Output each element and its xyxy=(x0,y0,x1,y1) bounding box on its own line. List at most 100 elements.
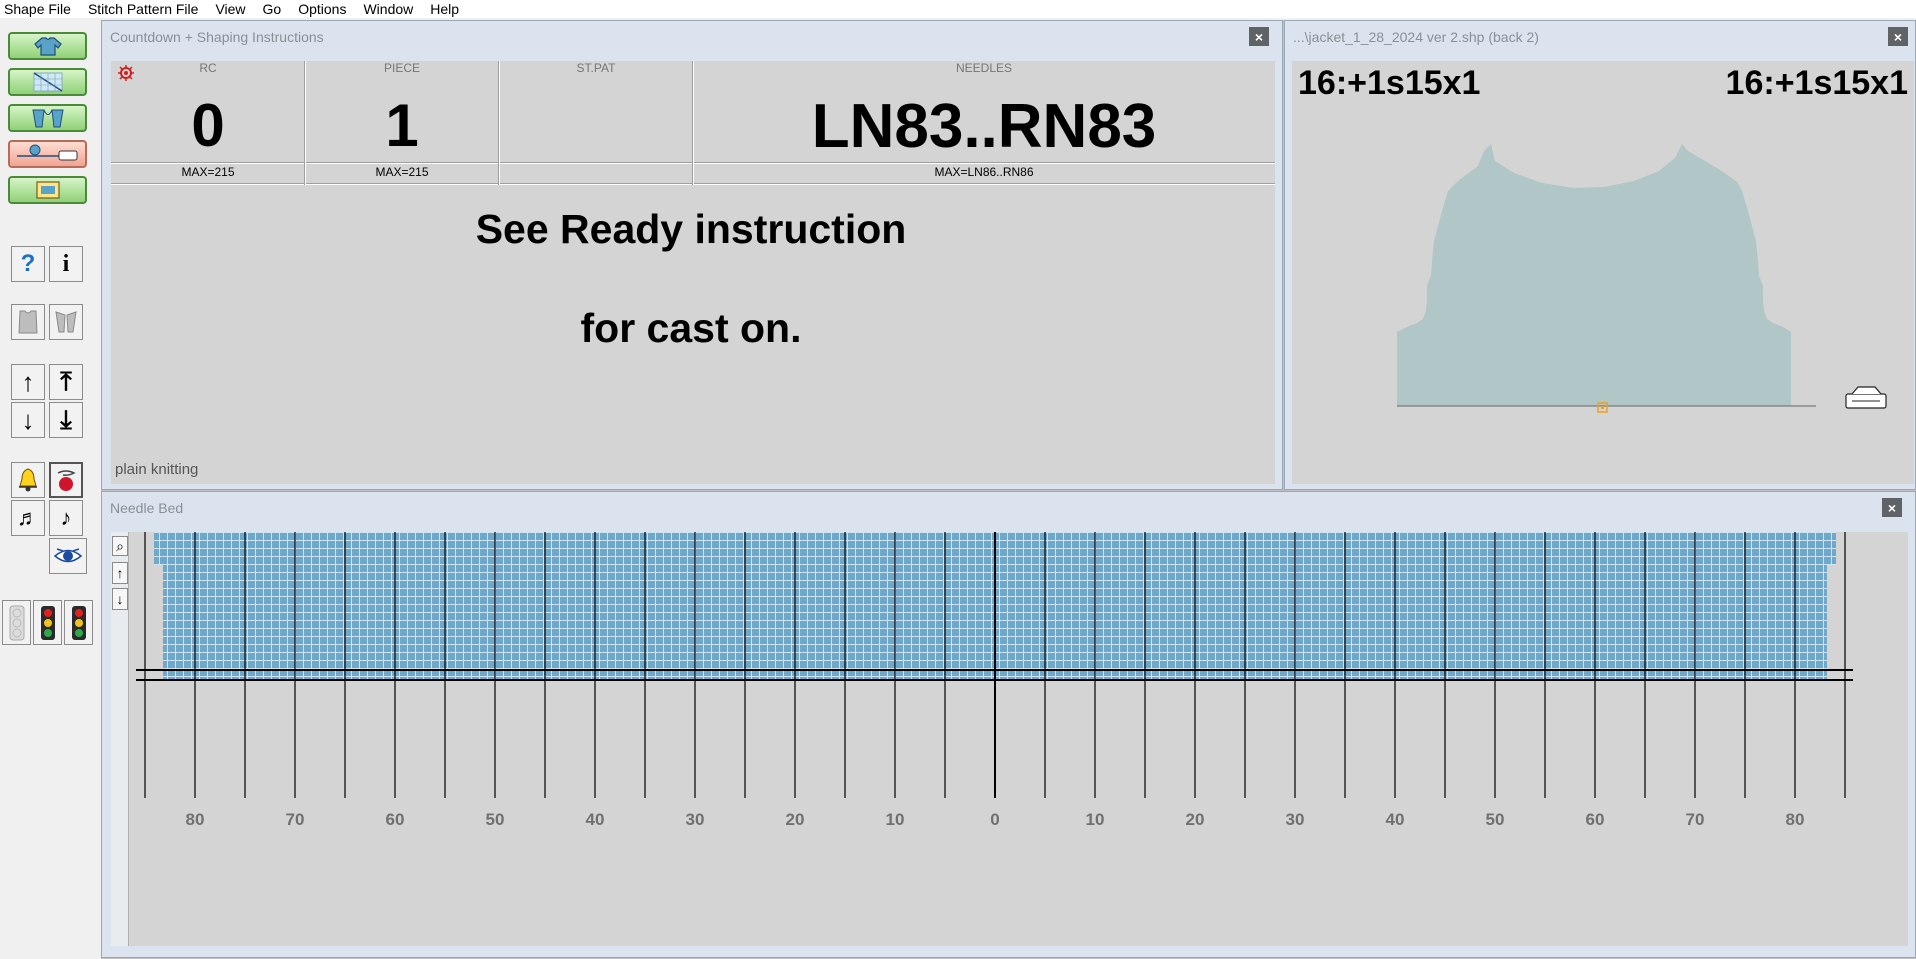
garment-front-icon xyxy=(18,310,38,334)
garment-shape xyxy=(1397,144,1791,406)
shape-window-button[interactable] xyxy=(8,32,87,60)
shape-grid-button[interactable] xyxy=(8,68,87,96)
menu-stitch-pattern-file[interactable]: Stitch Pattern File xyxy=(88,1,199,17)
menu-help[interactable]: Help xyxy=(430,1,459,17)
arrow-bottom-icon: ⤓ xyxy=(60,404,72,434)
rc-max: MAX=215 xyxy=(181,165,235,179)
help-icon: ? xyxy=(20,250,36,277)
info-button[interactable]: i xyxy=(49,246,83,282)
help-button[interactable]: ? xyxy=(11,246,45,282)
traffic-light-off-button[interactable] xyxy=(2,600,31,645)
left-toolbar: ? i ↑ ⤒ ↓ ⤓ ♬ ♪ xyxy=(0,18,100,959)
countdown-window-title: Countdown + Shaping Instructions xyxy=(110,29,324,45)
traffic-light-green-icon xyxy=(71,605,86,640)
music-double-button[interactable]: ♬ xyxy=(11,500,45,536)
needles-header: NEEDLES xyxy=(955,61,1013,75)
carriage-icon xyxy=(1845,386,1887,409)
picture-icon xyxy=(35,181,60,199)
traffic-light-yellow-button[interactable] xyxy=(33,600,62,645)
info-icon: i xyxy=(62,250,70,277)
arrow-top-icon: ⤒ xyxy=(60,366,72,396)
garment-front-button[interactable] xyxy=(11,304,45,340)
bell-button[interactable] xyxy=(11,462,45,498)
needle-number-label: 40 xyxy=(1386,810,1405,829)
needle-number-label: 30 xyxy=(686,810,705,829)
row-bottom-button[interactable]: ⤓ xyxy=(49,402,83,438)
needle-number-label: 10 xyxy=(1086,810,1105,829)
needle-number-label: 80 xyxy=(1786,810,1805,829)
needle-number-label: 40 xyxy=(586,810,605,829)
needle-bed-window-title: Needle Bed xyxy=(110,500,184,516)
piece-header: PIECE xyxy=(383,61,420,75)
needle-number-label: 50 xyxy=(486,810,505,829)
menu-bar: Shape File Stitch Pattern File View Go O… xyxy=(0,0,1916,18)
row-down-button[interactable]: ↓ xyxy=(11,402,45,438)
picture-button[interactable] xyxy=(8,176,87,204)
needle-number-label: 20 xyxy=(786,810,805,829)
needle-number-label: 30 xyxy=(1286,810,1305,829)
close-icon: × xyxy=(1887,499,1897,516)
music-single-button[interactable]: ♪ xyxy=(49,500,83,536)
close-icon: × xyxy=(1893,28,1903,45)
stitch-pattern-max xyxy=(499,164,693,180)
shape-window: ...\jacket_1_28_2024 ver 2.shp (back 2) … xyxy=(1284,20,1916,490)
countdown-panel: RC 0 PIECE 1 ST.PAT NEEDLES LN83..RN83 M… xyxy=(111,61,1275,484)
shape-window-title: ...\jacket_1_28_2024 ver 2.shp (back 2) xyxy=(1293,29,1539,45)
mdi-area: Countdown + Shaping Instructions × RC 0 … xyxy=(101,20,1916,959)
needles-max: MAX=LN86..RN86 xyxy=(934,165,1034,179)
bell-icon xyxy=(19,468,37,492)
close-icon: × xyxy=(1254,28,1264,45)
needle-number-label: 10 xyxy=(886,810,905,829)
needle-bed-window: Needle Bed × ⌕ ↑ ↓ 80 70 60 50 40 30 20 … xyxy=(101,491,1916,958)
needle-bed-close-button[interactable]: × xyxy=(1882,498,1902,517)
menu-view[interactable]: View xyxy=(215,1,245,17)
sleeves-button[interactable] xyxy=(8,104,87,132)
traffic-light-yellow-icon xyxy=(40,605,55,640)
stitch-pattern-header: ST.PAT xyxy=(576,61,616,75)
arrow-up-icon: ↑ xyxy=(21,366,35,397)
menu-options[interactable]: Options xyxy=(298,1,346,17)
sweater-icon xyxy=(33,37,62,56)
countdown-window: Countdown + Shaping Instructions × RC 0 … xyxy=(101,20,1283,490)
garment-sleeve-button[interactable] xyxy=(49,304,83,340)
rc-value: 0 xyxy=(191,92,225,159)
needle-number-label: 50 xyxy=(1486,810,1505,829)
needle-bed-canvas: 80 70 60 50 40 30 20 10 0 10 20 30 40 50 60 70 80 xyxy=(136,532,1853,829)
garment-sleeve-icon xyxy=(55,311,77,333)
needle-number-label: 60 xyxy=(386,810,405,829)
needles-value: LN83..RN83 xyxy=(811,92,1157,161)
needle-number-label: 0 xyxy=(990,810,999,829)
stitch-pattern-value xyxy=(499,91,693,161)
traffic-light-green-button[interactable] xyxy=(64,600,93,645)
yarn-button[interactable] xyxy=(49,462,83,498)
traffic-light-off-icon xyxy=(9,605,24,640)
yarn-icon xyxy=(57,470,76,491)
menu-shape-file[interactable]: Shape File xyxy=(4,1,71,17)
countdown-header-grid: RC 0 PIECE 1 ST.PAT NEEDLES LN83..RN83 M… xyxy=(111,61,1275,185)
needle-numbers: 80 70 60 50 40 30 20 10 0 10 20 30 40 50 60 70 80 xyxy=(186,810,1805,829)
shape-panel: 16:+1s15x1 16:+1s15x1 xyxy=(1292,61,1914,484)
knitting-mode-label: plain knitting xyxy=(115,461,199,478)
needle-number-label: 60 xyxy=(1586,810,1605,829)
garment-shape-preview xyxy=(1397,144,1887,413)
carriage-yarn-button[interactable] xyxy=(8,140,87,168)
music-single-icon: ♪ xyxy=(60,505,72,530)
needle-number-label: 80 xyxy=(186,810,205,829)
shape-close-button[interactable]: × xyxy=(1888,27,1908,46)
menu-go[interactable]: Go xyxy=(263,1,282,17)
piece-value: 1 xyxy=(385,92,419,159)
eye-icon xyxy=(53,548,83,563)
needle-bed-panel: ⌕ ↑ ↓ 80 70 60 50 40 30 20 10 0 10 20 30… xyxy=(111,532,1908,946)
sleeves-icon xyxy=(31,109,64,128)
needle-number-label: 20 xyxy=(1186,810,1205,829)
arrow-down-icon: ↓ xyxy=(21,404,35,435)
needle-number-label: 70 xyxy=(1686,810,1705,829)
row-up-button[interactable]: ↑ xyxy=(11,364,45,400)
countdown-close-button[interactable]: × xyxy=(1249,27,1269,46)
carriage-yarn-icon xyxy=(16,144,77,161)
menu-window[interactable]: Window xyxy=(363,1,413,17)
row-top-button[interactable]: ⤒ xyxy=(49,364,83,400)
rc-header: RC xyxy=(199,61,217,75)
view-eye-button[interactable] xyxy=(49,538,87,574)
piece-max: MAX=215 xyxy=(375,165,429,179)
